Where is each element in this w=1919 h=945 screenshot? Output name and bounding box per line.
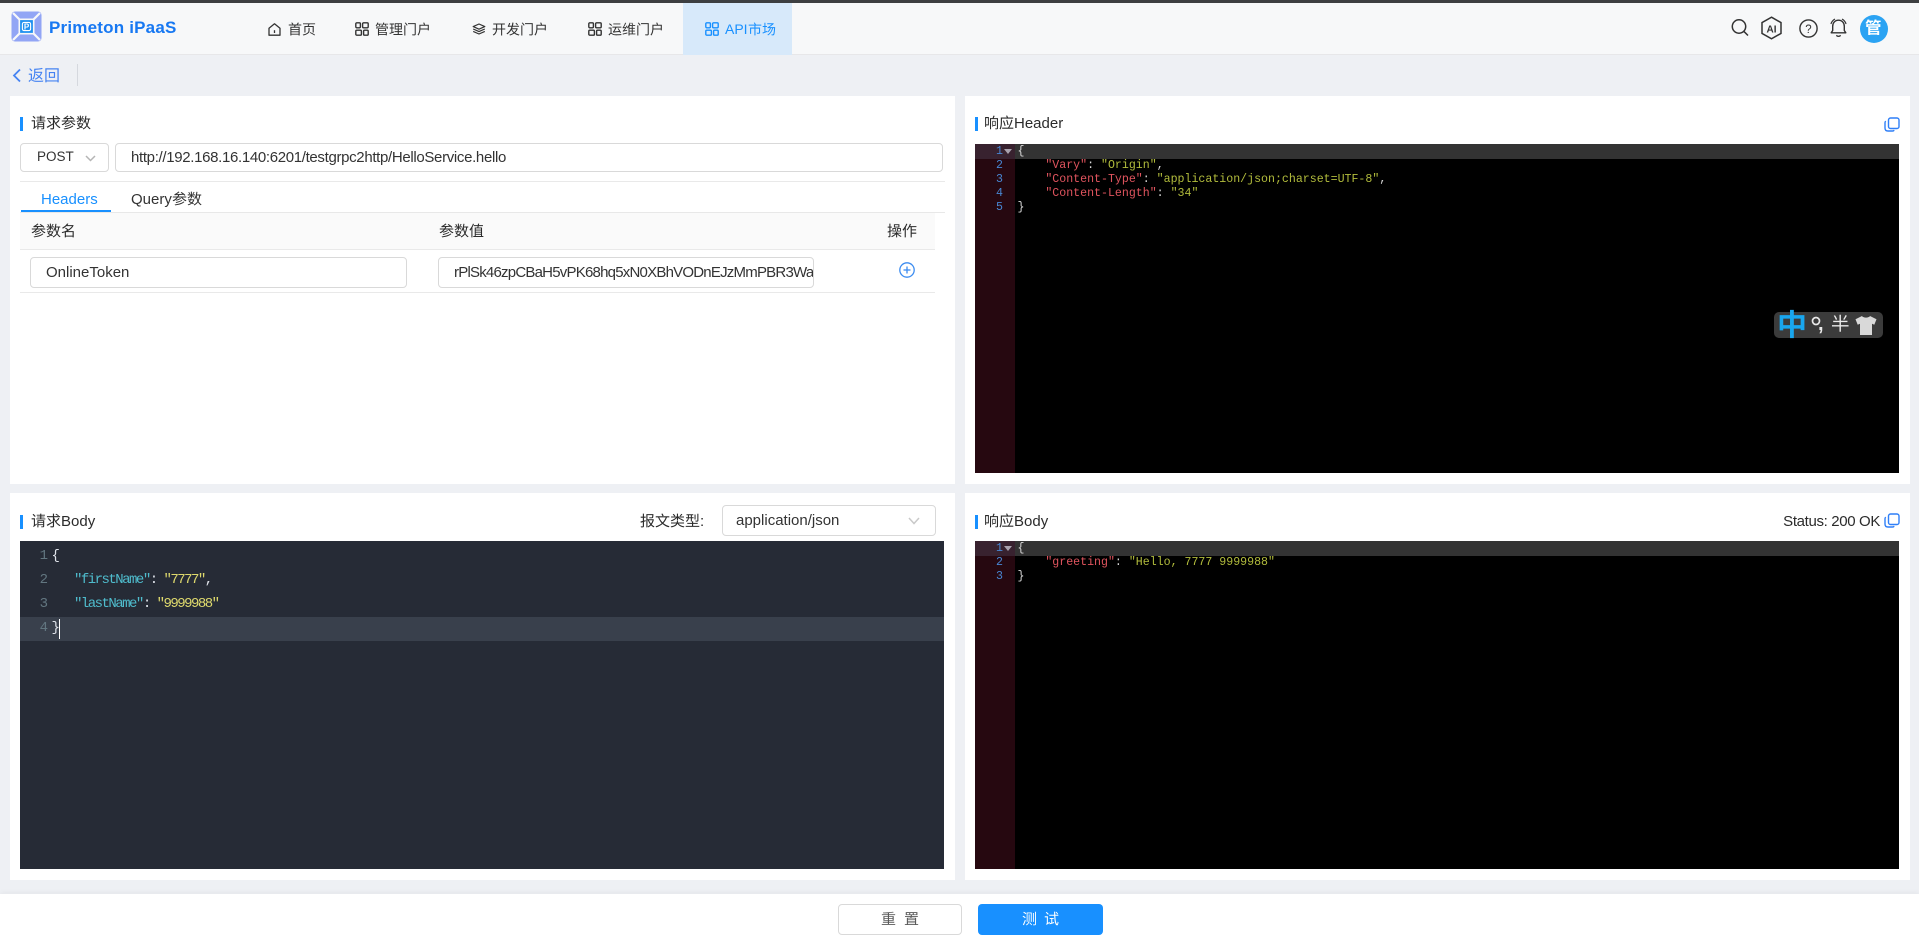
svg-text:P: P xyxy=(24,22,30,31)
svg-text:AI: AI xyxy=(1767,25,1777,36)
svg-text:?: ? xyxy=(1805,24,1811,36)
